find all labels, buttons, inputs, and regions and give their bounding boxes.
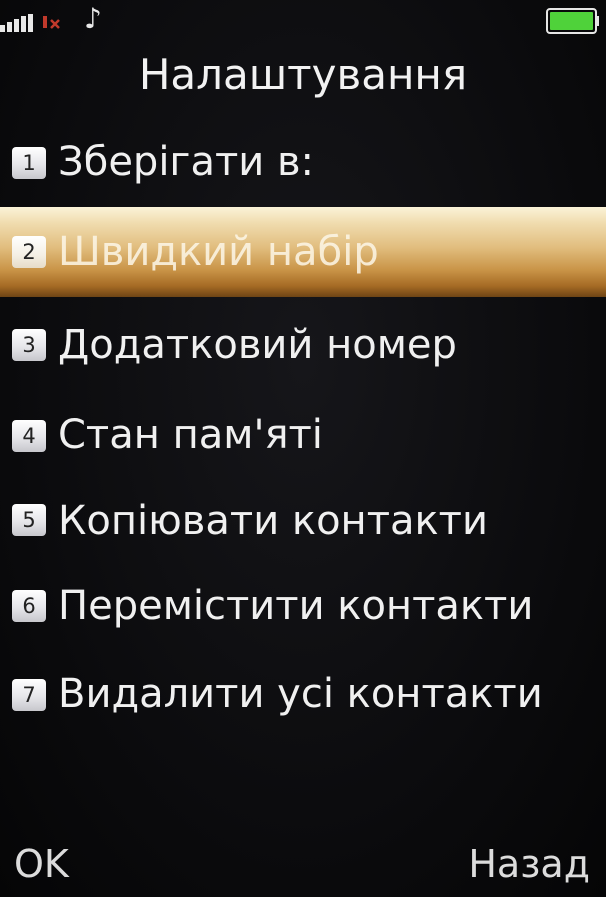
menu-item-memory-status[interactable]: 4 Стан пам'яті (0, 387, 606, 477)
menu-item-label: Швидкий набір (58, 229, 379, 275)
music-note-icon: ♪ (84, 2, 102, 35)
menu-item-move-contacts[interactable]: 6 Перемістити контакти (0, 562, 606, 652)
menu-item-save-to[interactable]: 1 Зберігати в: (0, 115, 606, 205)
menu-item-label: Копіювати контакти (58, 498, 488, 544)
menu-item-speed-dial[interactable]: 2 Швидкий набір (0, 207, 606, 297)
status-bar: ♪ (0, 0, 606, 42)
missed-call-icon (43, 16, 60, 29)
menu-item-label: Стан пам'яті (58, 412, 323, 458)
menu-number-badge: 4 (12, 420, 46, 452)
signal-strength-icon (0, 14, 40, 32)
menu-item-label: Перемістити контакти (58, 583, 534, 629)
page-title: Налаштування (138, 50, 468, 99)
menu-number-badge: 1 (12, 147, 46, 179)
ok-softkey[interactable]: OK (14, 840, 69, 888)
menu-number-badge: 6 (12, 590, 46, 622)
menu-number-badge: 5 (12, 504, 46, 536)
battery-full-icon (546, 8, 599, 34)
menu-item-extra-number[interactable]: 3 Додатковий номер (0, 297, 606, 387)
menu-item-copy-contacts[interactable]: 5 Копіювати контакти (0, 477, 606, 567)
back-softkey[interactable]: Назад (468, 840, 590, 888)
menu-item-delete-all-contacts[interactable]: 7 Видалити усі контакти (0, 647, 606, 737)
menu-number-badge: 7 (12, 679, 46, 711)
menu-item-label: Зберігати в: (58, 139, 315, 185)
menu-number-badge: 3 (12, 329, 46, 361)
phone-screen: ♪ Налаштування 1 Зберігати в: 2 Швидкий … (0, 0, 606, 897)
menu-number-badge: 2 (12, 236, 46, 268)
menu-item-label: Видалити усі контакти (58, 671, 543, 717)
menu-item-label: Додатковий номер (58, 322, 457, 368)
